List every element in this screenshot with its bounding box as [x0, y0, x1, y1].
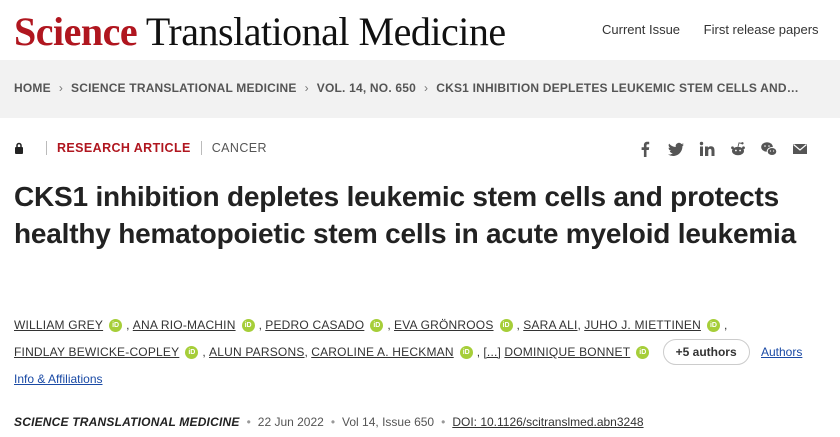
breadcrumb-home[interactable]: HOME	[14, 81, 51, 95]
orcid-icon[interactable]: iD	[370, 319, 384, 333]
logo-translational-medicine: Translational Medicine	[145, 9, 506, 54]
article-type[interactable]: RESEARCH ARTICLE	[57, 141, 191, 155]
reddit-icon[interactable]	[729, 140, 747, 158]
orcid-icon[interactable]: iD	[499, 319, 513, 333]
orcid-icon[interactable]: iD	[459, 346, 473, 360]
author-link[interactable]: SARA ALI	[523, 318, 577, 332]
separator-dot: •	[441, 415, 446, 429]
author-link[interactable]: EVA GRÖNROOS	[394, 318, 494, 332]
facebook-icon[interactable]	[636, 140, 654, 158]
chevron-right-icon: ›	[424, 81, 429, 95]
chevron-right-icon: ›	[58, 81, 64, 95]
author-link[interactable]: FINDLAY BEWICKE-COPLEY	[14, 345, 179, 359]
nav-first-release[interactable]: First release papers	[704, 22, 819, 37]
author-link[interactable]: DOMINIQUE BONNET	[504, 345, 630, 359]
divider	[200, 141, 202, 155]
publish-date: 22 Jun 2022	[257, 415, 324, 429]
breadcrumb: HOME › SCIENCE TRANSLATIONAL MEDICINE › VOL.…	[14, 81, 799, 95]
breadcrumb-current: CKS1 INHIBITION DEPLETES LEUKEMIC STEM C…	[436, 81, 799, 95]
lock-icon	[15, 142, 23, 154]
email-icon[interactable]	[791, 140, 809, 158]
wechat-icon[interactable]	[760, 140, 778, 158]
orcid-icon[interactable]: iD	[706, 319, 720, 333]
author-link[interactable]: PEDRO CASADO	[265, 318, 364, 332]
doi-link[interactable]: DOI: 10.1126/scitranslmed.abn3248	[452, 415, 643, 429]
top-nav: Current Issue First release papers A	[602, 22, 840, 37]
breadcrumb-issue[interactable]: VOL. 14, NO. 650	[317, 81, 416, 95]
site-header: Science Translational Medicine Current I…	[0, 0, 840, 60]
article-subject[interactable]: CANCER	[212, 141, 267, 155]
author-link[interactable]: WILLIAM GREY	[14, 318, 103, 332]
logo-science: Science	[14, 9, 138, 54]
article-meta: RESEARCH ARTICLE CANCER	[14, 141, 267, 155]
orcid-icon[interactable]: iD	[636, 346, 650, 360]
author-link[interactable]: JUHO J. MIETTINEN	[584, 318, 701, 332]
chevron-right-icon: ›	[304, 81, 309, 95]
author-list: WILLIAM GREY iD, ANA RIO-MACHIN iD, PEDRO …	[14, 318, 803, 386]
journal-logo[interactable]: Science Translational Medicine	[14, 8, 506, 56]
orcid-icon[interactable]: iD	[109, 319, 123, 333]
orcid-icon[interactable]: iD	[241, 319, 255, 333]
citation-line: SCIENCE TRANSLATIONAL MEDICINE • 22 Jun 20…	[14, 415, 644, 429]
share-bar	[636, 140, 809, 158]
article-title: CKS1 inhibition depletes leukemic stem c…	[14, 181, 797, 249]
journal-name: SCIENCE TRANSLATIONAL MEDICINE	[14, 415, 240, 429]
linkedin-icon[interactable]	[698, 140, 716, 158]
twitter-icon[interactable]	[667, 140, 685, 158]
author-link[interactable]: CAROLINE A. HECKMAN	[311, 345, 454, 359]
author-link[interactable]: ANA RIO-MACHIN	[133, 318, 236, 332]
breadcrumb-bar: HOME › SCIENCE TRANSLATIONAL MEDICINE › VOL.…	[0, 60, 840, 118]
separator-dot: •	[330, 415, 336, 429]
separator-dot: •	[246, 415, 251, 429]
orcid-icon[interactable]: iD	[185, 346, 199, 360]
more-authors-button[interactable]: +5 authors	[662, 339, 750, 365]
author-link[interactable]: ALUN PARSONS	[209, 345, 305, 359]
authors-ellipsis[interactable]: [...]	[483, 345, 501, 359]
volume-issue: Vol 14, Issue 650	[342, 415, 435, 429]
breadcrumb-journal[interactable]: SCIENCE TRANSLATIONAL MEDICINE	[71, 81, 297, 95]
nav-current-issue[interactable]: Current Issue	[602, 22, 680, 37]
divider	[46, 141, 47, 155]
